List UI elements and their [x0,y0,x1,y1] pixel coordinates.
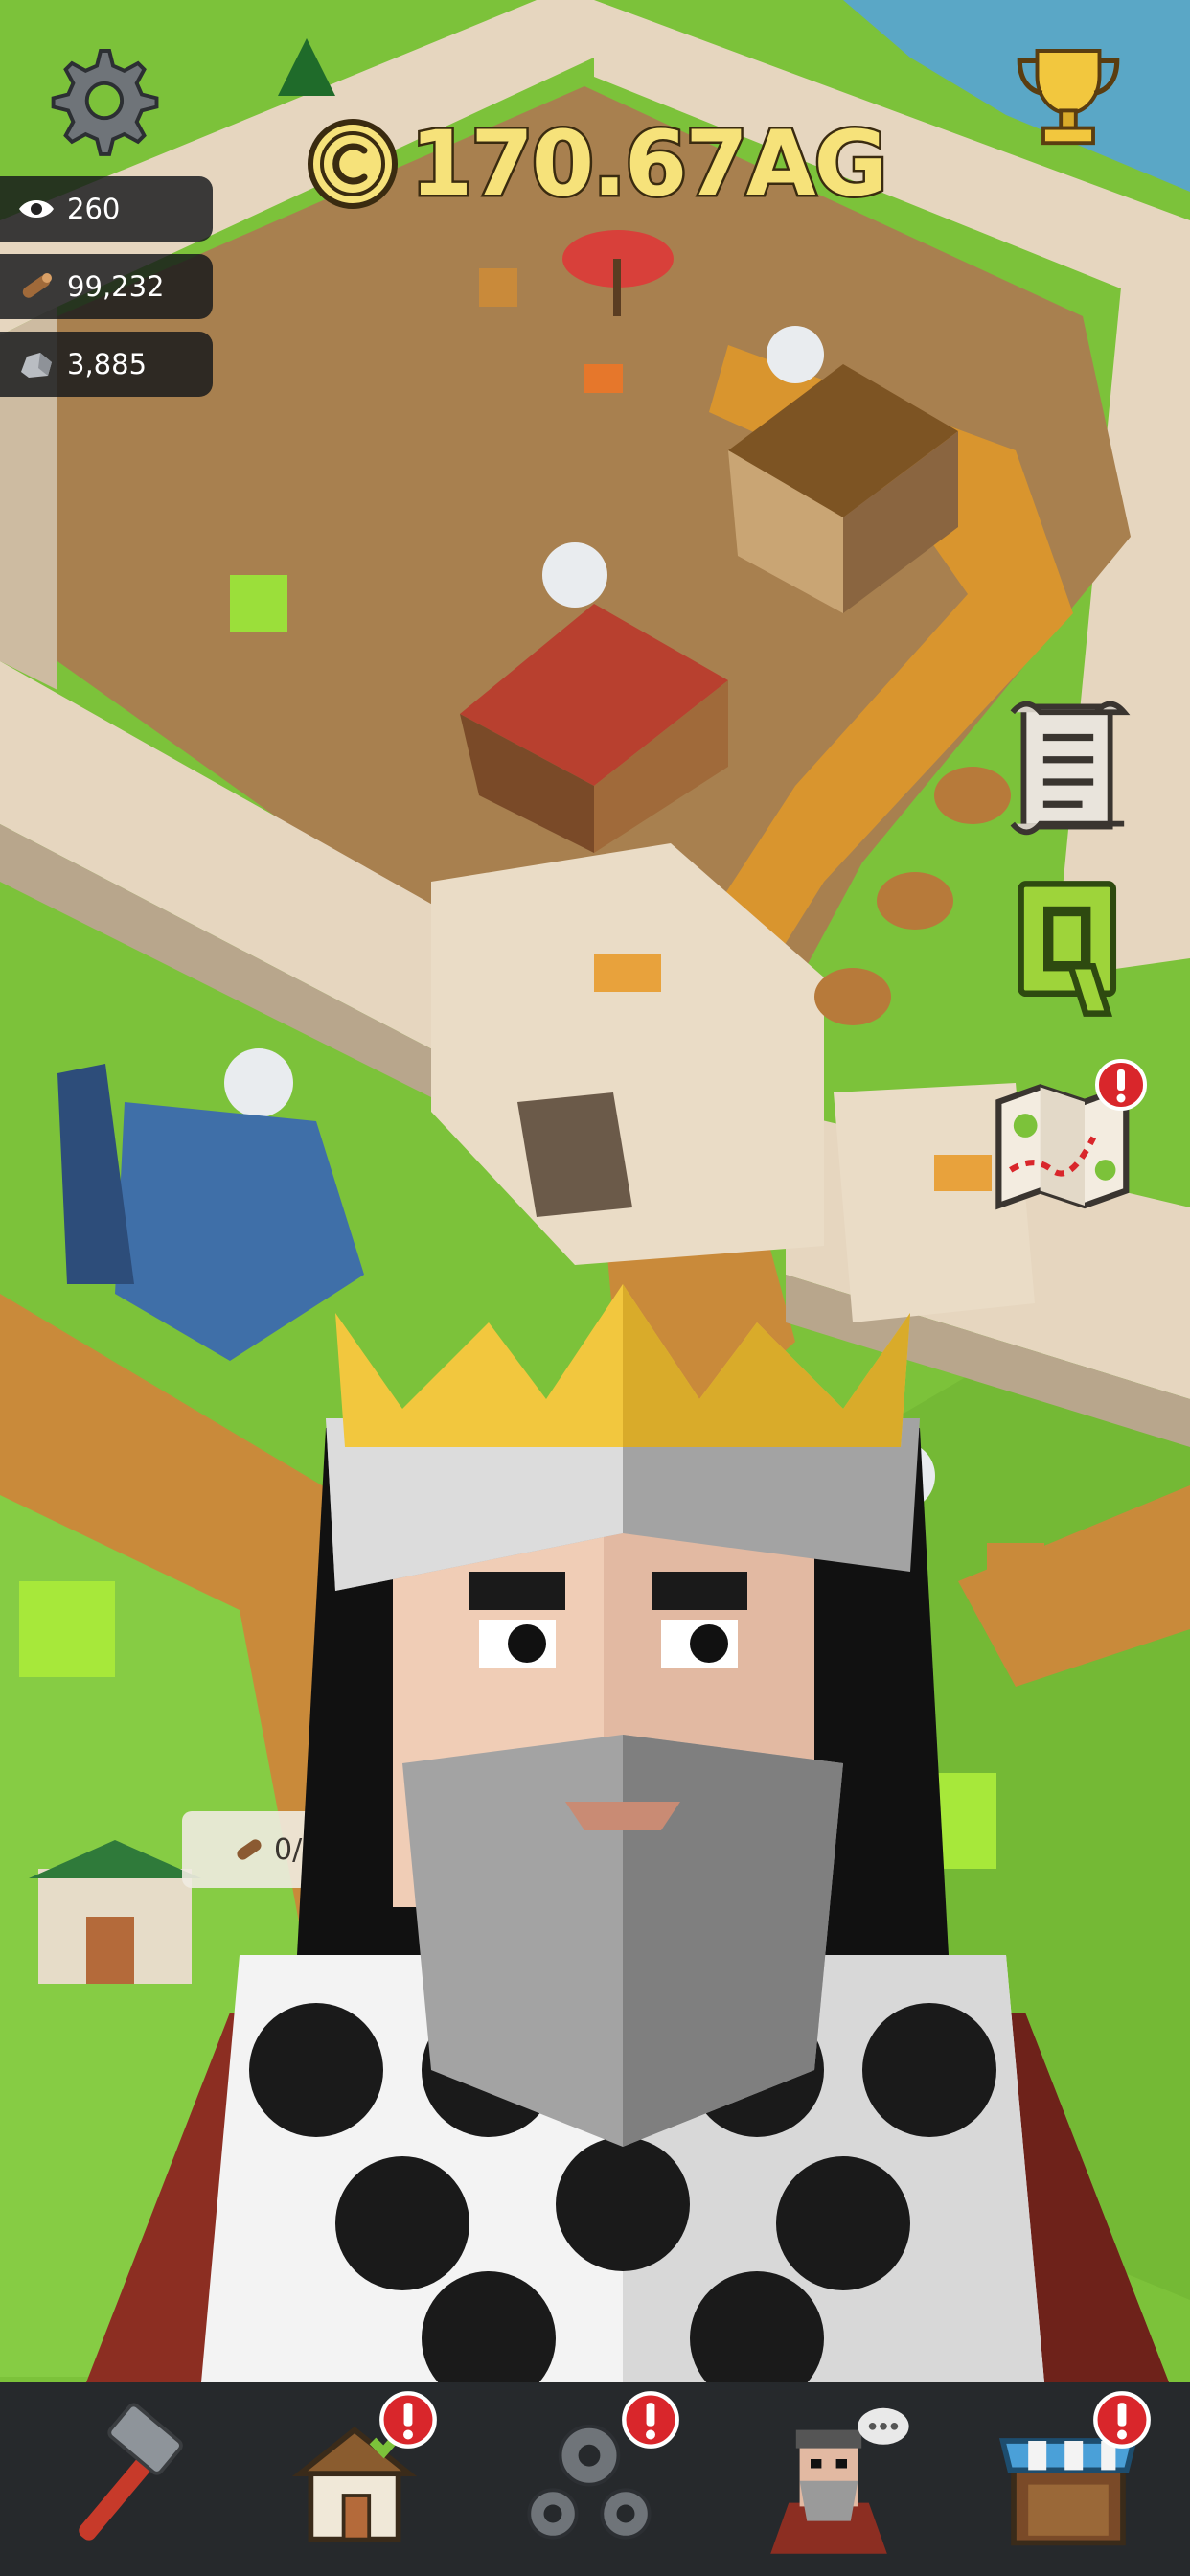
advisor-chat-icon [770,2407,909,2554]
upgrades-alert-badge [622,2391,679,2449]
visitors-value: 260 [67,193,121,225]
eye-icon [19,200,54,218]
wood-counter: 99,232 [0,254,213,319]
wood-value: 99,232 [67,270,165,303]
currency-value: 170.67AG [408,109,891,218]
gear-icon [51,49,159,156]
nav-buildings[interactable] [263,2386,455,2568]
nav-build-hammer[interactable] [29,2386,220,2568]
map-alert-badge [1095,1059,1147,1111]
stone-value: 3,885 [67,348,148,380]
nav-shop[interactable] [977,2386,1169,2568]
trophy-icon [1017,49,1120,146]
buildings-alert-badge [379,2391,437,2449]
log-scroll-button[interactable] [996,690,1140,843]
world-map-button[interactable] [987,1059,1150,1217]
stone-counter: 3,885 [0,332,213,397]
nav-advisor[interactable] [738,2386,929,2568]
quest-q-icon [1018,881,1117,1017]
currency-display: 170.67AG [305,109,891,218]
nav-upgrades[interactable] [498,2386,690,2568]
visitors-counter: 260 [0,176,213,242]
king-advisor-portrait [86,1284,1169,2382]
shop-alert-badge [1093,2391,1151,2449]
settings-button[interactable] [38,38,163,163]
leaderboard-button[interactable] [1006,38,1131,163]
quests-button[interactable] [1006,872,1131,1025]
coin-icon [308,119,398,209]
scroll-icon [1010,701,1131,836]
wood-log-icon [22,273,52,298]
stone-icon [21,353,52,378]
game-screen: 0/2 170.67AG 260 99,232 3,885 [0,0,1190,2576]
hammer-icon [79,2403,183,2541]
